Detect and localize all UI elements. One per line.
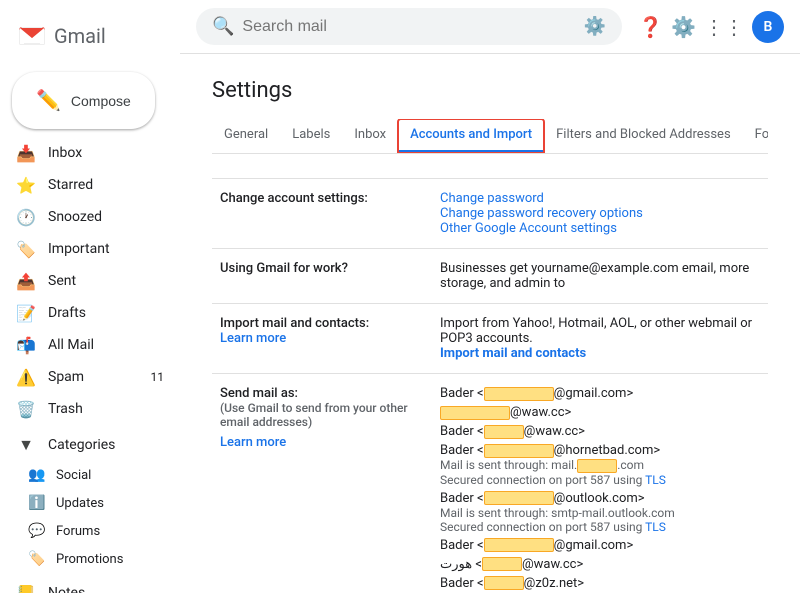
email-row-1: @waw.cc> [440, 405, 760, 420]
sidebar-item-updates[interactable]: ℹ️ Updates [0, 489, 180, 517]
redacted-email-2 [484, 425, 524, 439]
settings-table: Change account settings: Change password… [212, 178, 768, 593]
starred-icon: ⭐ [16, 176, 36, 195]
sidebar-item-drafts[interactable]: 📝 Drafts [0, 297, 180, 329]
sidebar-item-social[interactable]: 👥 Social [0, 461, 180, 489]
row-import-mail: Import mail and contacts: Learn more Imp… [212, 304, 768, 374]
import-learn-more-link[interactable]: Learn more [220, 331, 286, 346]
sidebar-item-inbox[interactable]: 📥 Inbox [0, 137, 180, 169]
trash-icon: 🗑️ [16, 400, 36, 419]
tls-link-1[interactable]: TLS [645, 473, 666, 487]
promotions-icon: 🏷️ [28, 551, 46, 567]
send-mail-learn-more-link[interactable]: Learn more [220, 435, 286, 450]
tab-inbox[interactable]: Inbox [342, 119, 398, 153]
tab-accounts[interactable]: Accounts and Import [398, 119, 544, 153]
gmail-work-content: Businesses get yourname@example.com emai… [432, 249, 768, 304]
row-gmail-work: Using Gmail for work? Businesses get you… [212, 249, 768, 304]
change-account-label: Change account settings: [212, 179, 432, 249]
tab-filters[interactable]: Filters and Blocked Addresses [544, 119, 743, 153]
search-icon: 🔍 [212, 16, 234, 37]
sidebar-item-snoozed[interactable]: 🕐 Snoozed [0, 201, 180, 233]
search-tune-icon[interactable]: ⚙️ [584, 16, 606, 37]
notes-icon: 📒 [16, 584, 36, 593]
google-account-settings-link[interactable]: Other Google Account settings [440, 221, 617, 236]
sent-icon: 📤 [16, 272, 36, 291]
redacted-mail-domain [577, 459, 617, 473]
email-row-4: Bader <@outlook.com> Mail is sent throug… [440, 491, 760, 534]
compose-icon: ✏️ [36, 88, 61, 113]
redacted-email-4 [484, 491, 554, 505]
redacted-email-1 [440, 406, 510, 420]
snoozed-icon: 🕐 [16, 208, 36, 227]
row-send-mail-as: Send mail as: (Use Gmail to send from yo… [212, 374, 768, 593]
grid-icon[interactable]: ⋮⋮ [704, 15, 744, 39]
row-change-account: Change account settings: Change password… [212, 179, 768, 249]
redacted-email-7 [484, 576, 524, 590]
categories-icon: ▼ [16, 435, 36, 455]
social-icon: 👥 [28, 467, 46, 483]
email-row-2: Bader <@waw.cc> [440, 424, 760, 439]
sidebar-item-forums[interactable]: 💬 Forums [0, 517, 180, 545]
search-bar: 🔍 ⚙️ [196, 8, 622, 45]
all-mail-icon: 📬 [16, 336, 36, 355]
app-name: Gmail [54, 24, 106, 48]
forums-icon: 💬 [28, 523, 46, 539]
email-row-3: Bader <@hornetbad.com> Mail is sent thro… [440, 443, 760, 487]
redacted-email-6 [482, 557, 522, 571]
redacted-email-3 [484, 444, 554, 458]
send-mail-as-label: Send mail as: (Use Gmail to send from yo… [212, 374, 432, 593]
email-row-6: هورت <@waw.cc> [440, 557, 760, 572]
redacted-email-5 [484, 538, 554, 552]
import-mail-label: Import mail and contacts: Learn more [212, 304, 432, 374]
gmail-work-label: Using Gmail for work? [212, 249, 432, 304]
sidebar-item-trash[interactable]: 🗑️ Trash [0, 393, 180, 425]
email-row-0: Bader <@gmail.com> [440, 386, 760, 401]
updates-icon: ℹ️ [28, 495, 46, 511]
page-title: Settings [212, 78, 768, 103]
spam-badge: 11 [151, 370, 165, 384]
sidebar-item-promotions[interactable]: 🏷️ Promotions [0, 545, 180, 573]
send-mail-as-content: Bader <@gmail.com> @waw.cc> Bader <@waw.… [432, 374, 768, 593]
tab-general[interactable]: General [212, 119, 280, 153]
sidebar-item-starred[interactable]: ⭐ Starred [0, 169, 180, 201]
email-row-7: Bader <@z0z.net> [440, 576, 760, 591]
search-input[interactable] [242, 18, 575, 36]
gmail-logo-icon [16, 20, 48, 52]
compose-button[interactable]: ✏️ Compose [12, 72, 155, 129]
change-account-content: Change password Change password recovery… [432, 179, 768, 249]
tab-forwarding[interactable]: Forwarding and POP/IMAP [743, 119, 768, 153]
settings-tabs: General Labels Inbox Accounts and Import… [212, 119, 768, 154]
sidebar-item-all-mail[interactable]: 📬 All Mail [0, 329, 180, 361]
change-password-link[interactable]: Change password [440, 191, 544, 206]
import-mail-content: Import from Yahoo!, Hotmail, AOL, or oth… [432, 304, 768, 374]
drafts-icon: 📝 [16, 304, 36, 323]
inbox-icon: 📥 [16, 144, 36, 163]
avatar[interactable]: B [752, 11, 784, 43]
email-row-5: Bader <@gmail.com> [440, 538, 760, 553]
help-icon[interactable]: ❓ [638, 15, 663, 39]
tab-labels[interactable]: Labels [280, 119, 342, 153]
sidebar-item-notes[interactable]: 📒 Notes [0, 577, 180, 593]
change-password-recovery-link[interactable]: Change password recovery options [440, 206, 643, 221]
spam-icon: ⚠️ [16, 368, 36, 387]
redacted-email-0 [484, 387, 554, 401]
sidebar-categories-header[interactable]: ▼ Categories [0, 429, 180, 461]
sidebar-item-spam[interactable]: ⚠️ Spam 11 [0, 361, 180, 393]
import-mail-contacts-link[interactable]: Import mail and contacts [440, 346, 586, 361]
important-icon: 🏷️ [16, 240, 36, 259]
sidebar-item-important[interactable]: 🏷️ Important [0, 233, 180, 265]
tls-link-2[interactable]: TLS [645, 520, 666, 534]
sidebar-item-sent[interactable]: 📤 Sent [0, 265, 180, 297]
settings-icon[interactable]: ⚙️ [671, 15, 696, 39]
